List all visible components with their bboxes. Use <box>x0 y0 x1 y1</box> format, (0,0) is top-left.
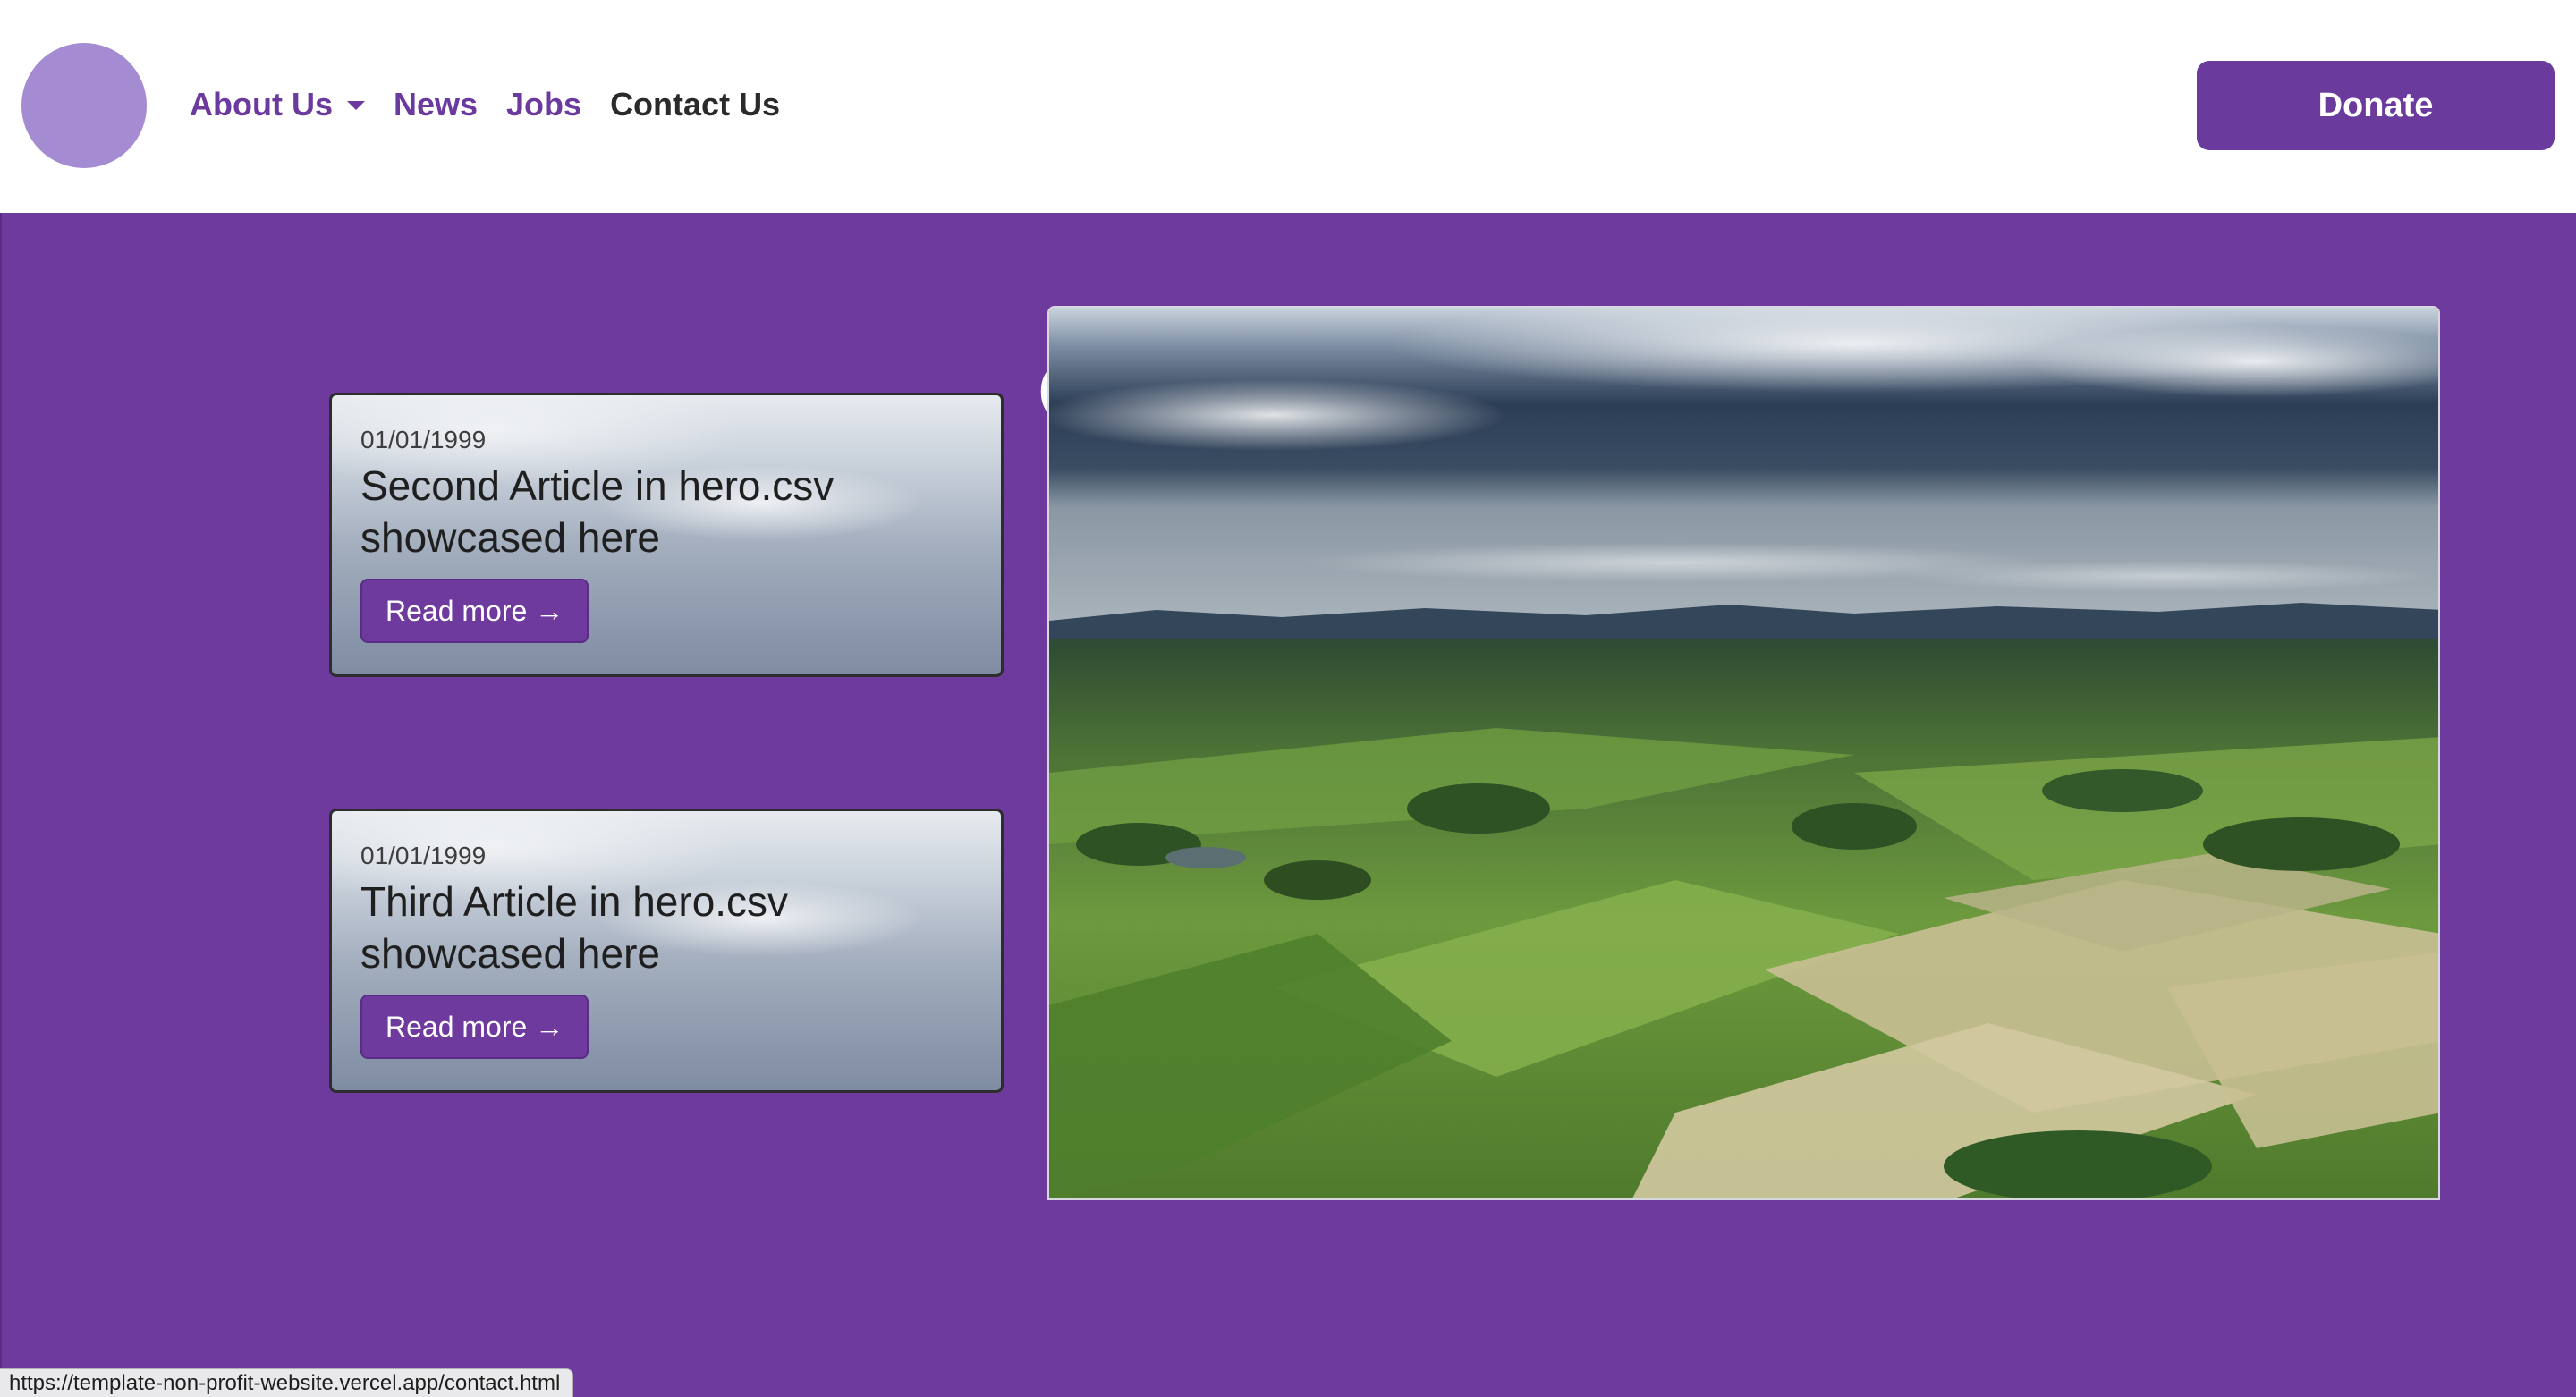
read-more-button[interactable]: Read more → <box>360 579 589 643</box>
article-date: 01/01/1999 <box>360 426 487 453</box>
nav-contact-us[interactable]: Contact Us <box>610 86 780 123</box>
nav-about-us[interactable]: About Us <box>190 86 365 123</box>
article-title: Second Article in hero.csv showcased her… <box>360 462 835 561</box>
site-logo[interactable] <box>21 43 147 168</box>
article-card: 01/01/1999 Third Article in hero.csv sho… <box>329 809 1004 1093</box>
link-preview-status-bar: https://template-non-profit-website.verc… <box>0 1368 574 1397</box>
caret-down-icon <box>346 101 365 110</box>
article-card: 01/01/1999 Second Article in hero.csv sh… <box>329 393 1004 677</box>
donate-button[interactable]: Donate <box>2197 61 2555 150</box>
read-more-button[interactable]: Read more → <box>360 995 589 1059</box>
landscape-image <box>1047 306 2440 1200</box>
nav-jobs[interactable]: Jobs <box>506 86 581 123</box>
nav-about-us-label: About Us <box>190 86 333 123</box>
site-header: About Us News Jobs Contact Us Donate <box>0 0 2576 213</box>
nav-news[interactable]: News <box>394 86 478 123</box>
main-nav: About Us News Jobs Contact Us <box>190 82 809 127</box>
article-title: Third Article in hero.csv showcased here <box>360 878 789 977</box>
article-date: 01/01/1999 <box>360 842 487 869</box>
